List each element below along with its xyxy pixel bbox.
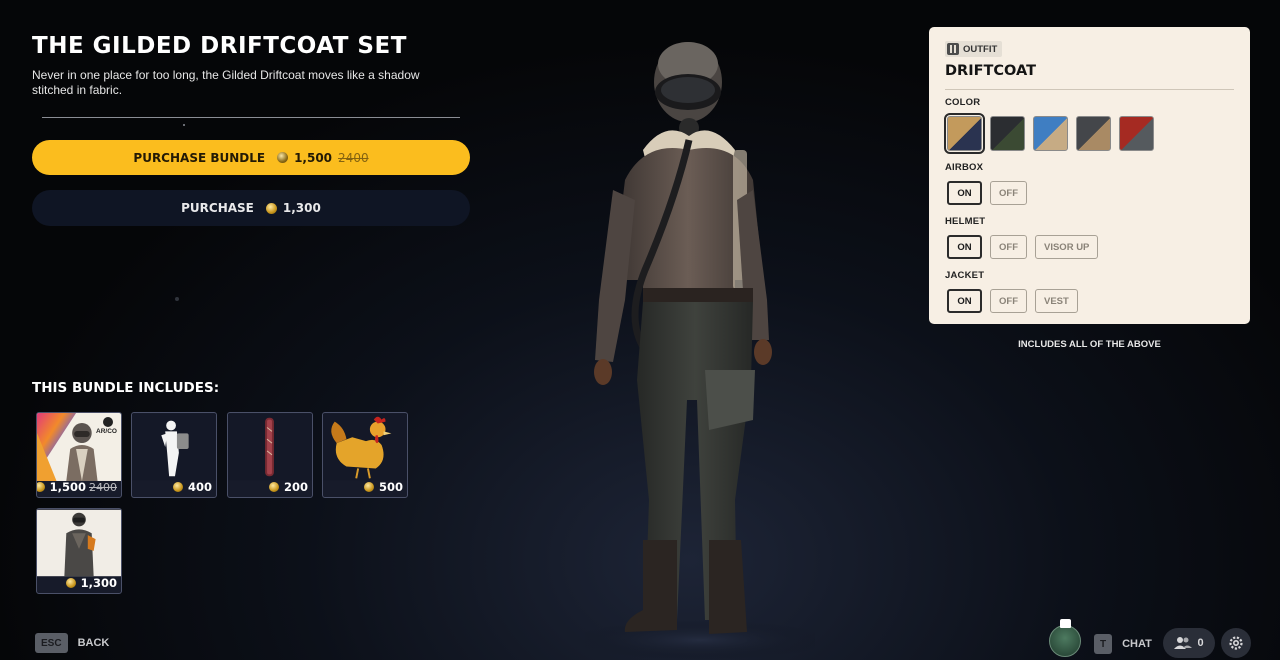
coin-icon <box>65 578 76 588</box>
purchase-bundle-label: PURCHASE BUNDLE <box>133 150 266 165</box>
jacket-label: JACKET <box>945 270 985 281</box>
bundle-includes-title: THIS BUNDLE INCLUDES: <box>32 380 220 396</box>
airbox-off-button[interactable]: OFF <box>990 181 1027 205</box>
airbox-on-button[interactable]: ON <box>947 181 982 205</box>
coin-icon <box>265 202 277 214</box>
helmet-on-button[interactable]: ON <box>947 235 982 259</box>
outfit-name: DRIFTCOAT <box>945 63 1036 79</box>
color-swatch-tan-navy[interactable] <box>944 113 985 154</box>
includes-note: INCLUDES ALL OF THE ABOVE <box>1018 339 1161 350</box>
bundle-item-outfit[interactable]: 1,300 <box>36 508 122 594</box>
jacket-options: ON OFF VEST <box>947 289 1078 313</box>
bundle-description: Never in one place for too long, the Gil… <box>32 68 420 97</box>
jacket-on-button[interactable]: ON <box>947 289 982 313</box>
color-swatch-charcoal-green[interactable] <box>990 116 1025 151</box>
color-swatch-red-grey[interactable] <box>1119 116 1154 151</box>
chat-control[interactable]: T CHAT <box>1094 634 1152 654</box>
bundle-title: THE GILDED DRIFTCOAT SET <box>32 33 407 59</box>
purchase-bundle-price: 1,500 <box>294 150 333 165</box>
backpack-emote-silhouette-icon <box>132 413 216 481</box>
friends-count: 0 <box>1197 637 1204 649</box>
character-preview[interactable] <box>585 40 815 660</box>
purchase-price: 1,300 <box>282 201 321 215</box>
divider <box>42 117 460 118</box>
bundle-item-rooster[interactable]: 500 <box>322 412 408 498</box>
jacket-vest-button[interactable]: VEST <box>1035 289 1078 313</box>
color-label: COLOR <box>945 97 981 108</box>
purchase-bundle-original-price: 2400 <box>338 150 369 165</box>
crown-icon <box>1060 619 1071 628</box>
helmet-off-button[interactable]: OFF <box>990 235 1027 259</box>
esc-key: ESC <box>35 633 68 653</box>
back-control[interactable]: ESC BACK <box>35 633 109 653</box>
chat-label: CHAT <box>1122 638 1152 650</box>
airbox-label: AIRBOX <box>945 162 984 173</box>
friends-icon <box>1174 637 1193 649</box>
gear-icon <box>1229 636 1243 650</box>
coin-icon <box>172 482 183 492</box>
item-price: 500 <box>363 479 403 495</box>
color-swatches <box>944 113 1154 154</box>
helmet-options: ON OFF VISOR UP <box>947 235 1099 259</box>
coin-icon <box>268 482 279 492</box>
airbox-options: ON OFF <box>947 181 1027 205</box>
panel-divider <box>945 89 1234 90</box>
item-price-value: 1,300 <box>80 576 117 590</box>
item-price-value: 400 <box>187 480 212 494</box>
outfit-badge-label: OUTFIT <box>963 43 998 55</box>
jacket-off-button[interactable]: OFF <box>990 289 1027 313</box>
brand-badge: AR/CO <box>96 428 117 435</box>
brand-badge-mark <box>103 417 113 427</box>
item-price: 400 <box>172 479 212 495</box>
item-price-value: 500 <box>378 480 403 494</box>
helmet-label: HELMET <box>945 216 986 227</box>
bundle-item-backpack[interactable]: 400 <box>131 412 217 498</box>
rooster-icon <box>323 413 407 481</box>
coin-icon <box>277 152 289 163</box>
item-original-price: 2400 <box>89 480 117 494</box>
color-swatch-blue-sand[interactable] <box>1033 116 1068 151</box>
item-price-value: 1,500 <box>49 480 86 494</box>
purchase-bundle-button[interactable]: PURCHASE BUNDLE 1,500 2400 <box>32 140 470 175</box>
strap-charm-icon <box>228 413 312 481</box>
bundle-item-charm[interactable]: 200 <box>227 412 313 498</box>
color-swatch-grey-tan[interactable] <box>1076 116 1111 151</box>
helmet-visor-up-button[interactable]: VISOR UP <box>1035 235 1099 259</box>
divider-marker <box>183 124 185 126</box>
outfit-badge: OUTFIT <box>945 41 1003 57</box>
player-avatar[interactable] <box>1049 625 1081 657</box>
item-price: 1,300 <box>65 575 117 591</box>
purchase-label: PURCHASE <box>181 201 254 215</box>
friends-button[interactable]: 0 <box>1163 628 1215 658</box>
item-price: 1,500 2400 <box>37 479 117 495</box>
item-price: 200 <box>268 479 308 495</box>
coin-icon <box>363 482 374 492</box>
item-price-value: 200 <box>283 480 308 494</box>
outfit-customization-panel: OUTFIT DRIFTCOAT COLOR AIRBOX ON OFF HEL… <box>929 27 1250 324</box>
coin-icon <box>37 482 45 492</box>
background-dot <box>175 297 179 301</box>
outfit-icon <box>947 43 959 55</box>
settings-button[interactable] <box>1221 628 1251 658</box>
back-label: BACK <box>77 637 110 649</box>
outfit-character-portrait-icon <box>37 509 121 577</box>
chat-key: T <box>1094 634 1113 654</box>
purchase-button[interactable]: PURCHASE 1,300 <box>32 190 470 226</box>
bundle-item-set[interactable]: AR/CO 1,500 2400 <box>36 412 122 498</box>
